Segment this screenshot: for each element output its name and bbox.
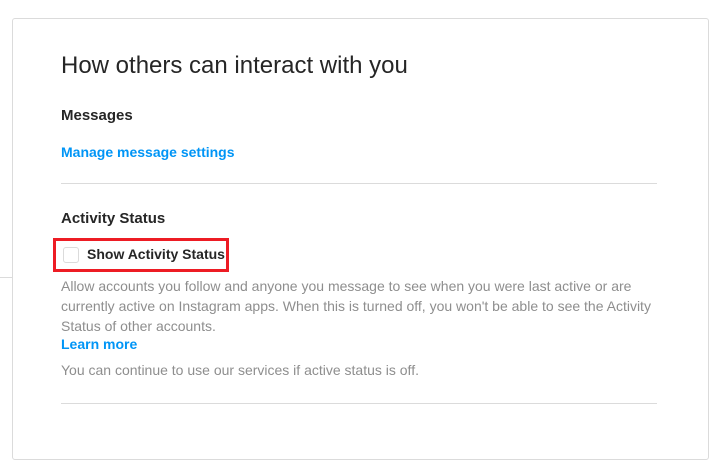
messages-heading: Messages: [61, 107, 133, 124]
show-activity-status-label[interactable]: Show Activity Status: [87, 246, 225, 262]
activity-status-heading: Activity Status: [61, 210, 166, 227]
show-activity-status-checkbox[interactable]: [63, 247, 79, 263]
activity-status-description: Allow accounts you follow and anyone you…: [61, 278, 651, 334]
section-divider: [61, 403, 657, 404]
learn-more-link[interactable]: Learn more: [61, 336, 137, 352]
activity-status-note: You can continue to use our services if …: [61, 362, 419, 378]
section-divider: [61, 183, 657, 184]
manage-message-settings-link[interactable]: Manage message settings: [61, 144, 235, 160]
sidebar-divider: [0, 277, 12, 278]
page-title: How others can interact with you: [61, 52, 408, 79]
